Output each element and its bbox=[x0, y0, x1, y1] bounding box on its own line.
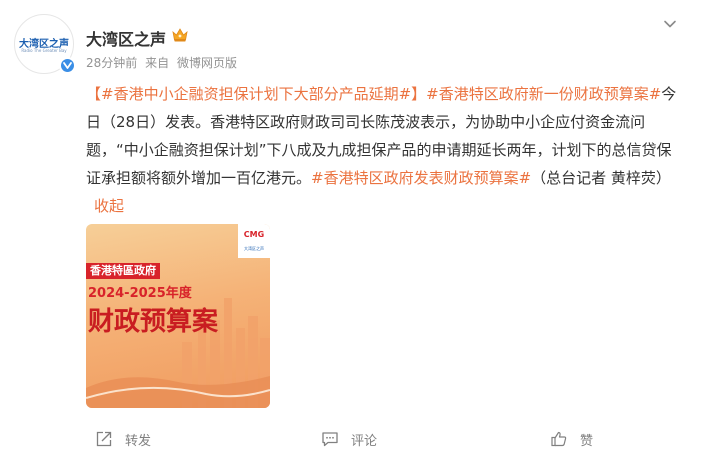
topic-tag-link[interactable]: 【#香港中小企融资担保计划下大部分产品延期#】 bbox=[86, 85, 426, 103]
comment-label: 评论 bbox=[351, 433, 378, 449]
topic-tag-link[interactable]: #香港特区政府发表财政预算案# bbox=[311, 169, 531, 187]
repost-label: 转发 bbox=[125, 433, 152, 449]
like-button[interactable]: 赞 bbox=[550, 426, 593, 452]
cmg-logo: CMG 大湾区之声 bbox=[238, 224, 270, 258]
cmg-logo-text: CMG bbox=[243, 230, 265, 239]
post-text: 【#香港中小企融资担保计划下大部分产品延期#】#香港特区政府新一份财政预算案#今… bbox=[86, 80, 686, 220]
repost-icon bbox=[96, 431, 112, 447]
collapse-link[interactable]: 收起 bbox=[94, 197, 124, 215]
post-text-credit: （总台记者 黄梓荧） bbox=[531, 169, 671, 187]
post-image[interactable]: CMG 大湾区之声 香港特區政府 2024-2025年度 财政预算案 bbox=[86, 224, 270, 408]
action-bar: 转发 评论 赞 bbox=[0, 426, 702, 452]
image-headline-1: 香港特區政府 bbox=[86, 263, 160, 279]
image-headline-2: 2024-2025年度 bbox=[88, 286, 192, 301]
author-name[interactable]: 大湾区之声 bbox=[86, 26, 166, 50]
avatar-subtext: Radio The Greater Bay bbox=[21, 48, 67, 53]
post-time[interactable]: 28分钟前 bbox=[86, 56, 137, 70]
post-meta: 28分钟前 来自 微博网页版 bbox=[86, 54, 241, 71]
verified-badge-icon bbox=[59, 57, 76, 74]
chevron-down-icon[interactable] bbox=[660, 14, 680, 34]
weibo-post-card: 大湾区之声 Radio The Greater Bay 大湾区之声 28分钟前 … bbox=[0, 0, 702, 459]
post-source-prefix: 来自 bbox=[145, 56, 170, 70]
post-source: 微博网页版 bbox=[176, 56, 237, 70]
image-headline-3: 财政预算案 bbox=[88, 307, 219, 337]
like-label: 赞 bbox=[580, 433, 594, 449]
avatar[interactable]: 大湾区之声 Radio The Greater Bay bbox=[14, 14, 76, 74]
cmg-logo-subtext: 大湾区之声 bbox=[244, 246, 264, 251]
comment-icon bbox=[322, 432, 338, 447]
repost-button[interactable]: 转发 bbox=[95, 426, 151, 452]
member-crown-icon[interactable] bbox=[171, 26, 189, 44]
topic-tag-link[interactable]: #香港特区政府新一份财政预算案# bbox=[426, 85, 661, 103]
comment-button[interactable]: 评论 bbox=[321, 426, 377, 452]
thumbs-up-icon bbox=[551, 431, 567, 447]
